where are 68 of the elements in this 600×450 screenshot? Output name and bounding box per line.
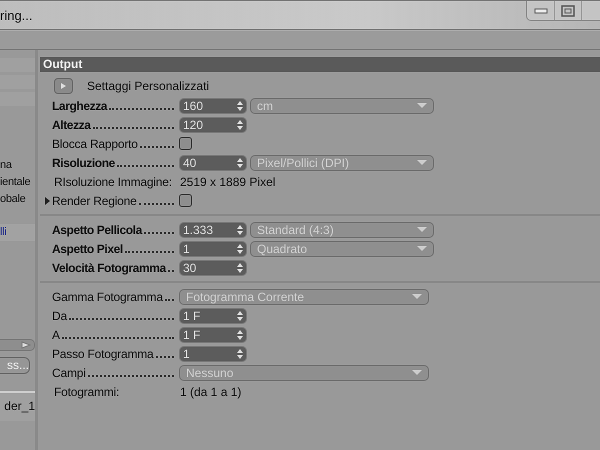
- spinner-icon: [237, 120, 243, 130]
- field-label: Render Regione: [52, 194, 137, 208]
- number-field[interactable]: 1 F: [179, 308, 247, 324]
- section-header: Output: [40, 57, 600, 72]
- spinner-icon: [237, 330, 243, 340]
- caret-icon: [417, 103, 427, 108]
- field-label: Larghezza: [52, 99, 108, 113]
- spinner-icon: [237, 310, 243, 320]
- number-field[interactable]: 1.333: [179, 222, 247, 238]
- arrow-icon: [21, 341, 31, 349]
- field-label: Velocità Fotogramma: [52, 261, 166, 275]
- number-field[interactable]: 160: [179, 98, 247, 114]
- caret-icon: [417, 246, 427, 251]
- spinner-icon: [237, 158, 243, 168]
- number-field[interactable]: 1: [179, 346, 247, 362]
- leader-line: [140, 146, 174, 148]
- number-field[interactable]: 1: [179, 240, 247, 256]
- caret-icon: [412, 294, 422, 299]
- play-icon: [61, 83, 66, 89]
- number-field[interactable]: 120: [179, 116, 247, 132]
- field-value: 1 (da 1 a 1): [180, 384, 242, 398]
- leader-line: [138, 203, 174, 205]
- field-label: RIsoluzione Immagine:: [53, 174, 173, 188]
- sidebar-item[interactable]: ientale: [0, 174, 35, 191]
- preset-button[interactable]: [54, 78, 73, 94]
- field-label: A: [52, 328, 60, 342]
- field-value: 2519 x 1889 Pixel: [180, 174, 276, 188]
- field-label: Risoluzione: [52, 156, 115, 170]
- number-field[interactable]: 30: [179, 260, 247, 276]
- spinner-icon: [237, 244, 243, 254]
- expand-icon[interactable]: [45, 197, 50, 205]
- caret-icon: [412, 370, 422, 375]
- window-title: ring...: [0, 8, 33, 22]
- number-field[interactable]: 40: [179, 154, 247, 170]
- preset-label: Settaggi Personalizzati: [87, 79, 210, 93]
- field-label: Aspetto Pellicola: [52, 223, 142, 237]
- maximize-icon: [561, 4, 575, 16]
- sidebar-item[interactable]: na: [0, 157, 35, 174]
- sidebar-item[interactable]: obale: [0, 191, 35, 208]
- checkbox[interactable]: [179, 137, 192, 150]
- leader-line: [168, 270, 174, 272]
- field-label: Altezza: [52, 118, 91, 132]
- number-field[interactable]: 1 F: [179, 326, 247, 342]
- field-label: Fotogrammi:: [53, 384, 120, 398]
- leader-line: [144, 232, 174, 234]
- spinner-icon: [237, 224, 243, 234]
- field-label: Blocca Rapporto: [52, 137, 138, 151]
- leader-line: [124, 251, 174, 253]
- checkbox[interactable]: [179, 194, 192, 207]
- leader-line: [116, 165, 174, 167]
- field-label: Campi: [52, 366, 86, 380]
- field-label: Gamma Fotogramma: [52, 290, 163, 304]
- scroll-bar[interactable]: [0, 339, 35, 351]
- caret-icon: [417, 227, 427, 232]
- leader-line: [164, 299, 174, 301]
- leader-line: [156, 356, 174, 358]
- spinner-icon: [237, 348, 243, 358]
- spinner-icon: [237, 100, 243, 110]
- spinner-icon: [237, 262, 243, 272]
- sidebar-item[interactable]: lli: [0, 224, 35, 241]
- file-item[interactable]: der_1: [0, 391, 35, 421]
- minimize-icon: [534, 6, 548, 14]
- field-label: Passo Fotogramma: [52, 347, 154, 361]
- browse-button[interactable]: ss...: [0, 357, 30, 374]
- field-label: Aspetto Pixel: [52, 242, 123, 256]
- leader-line: [109, 108, 174, 110]
- field-label: Da: [52, 309, 67, 323]
- caret-icon: [417, 160, 427, 165]
